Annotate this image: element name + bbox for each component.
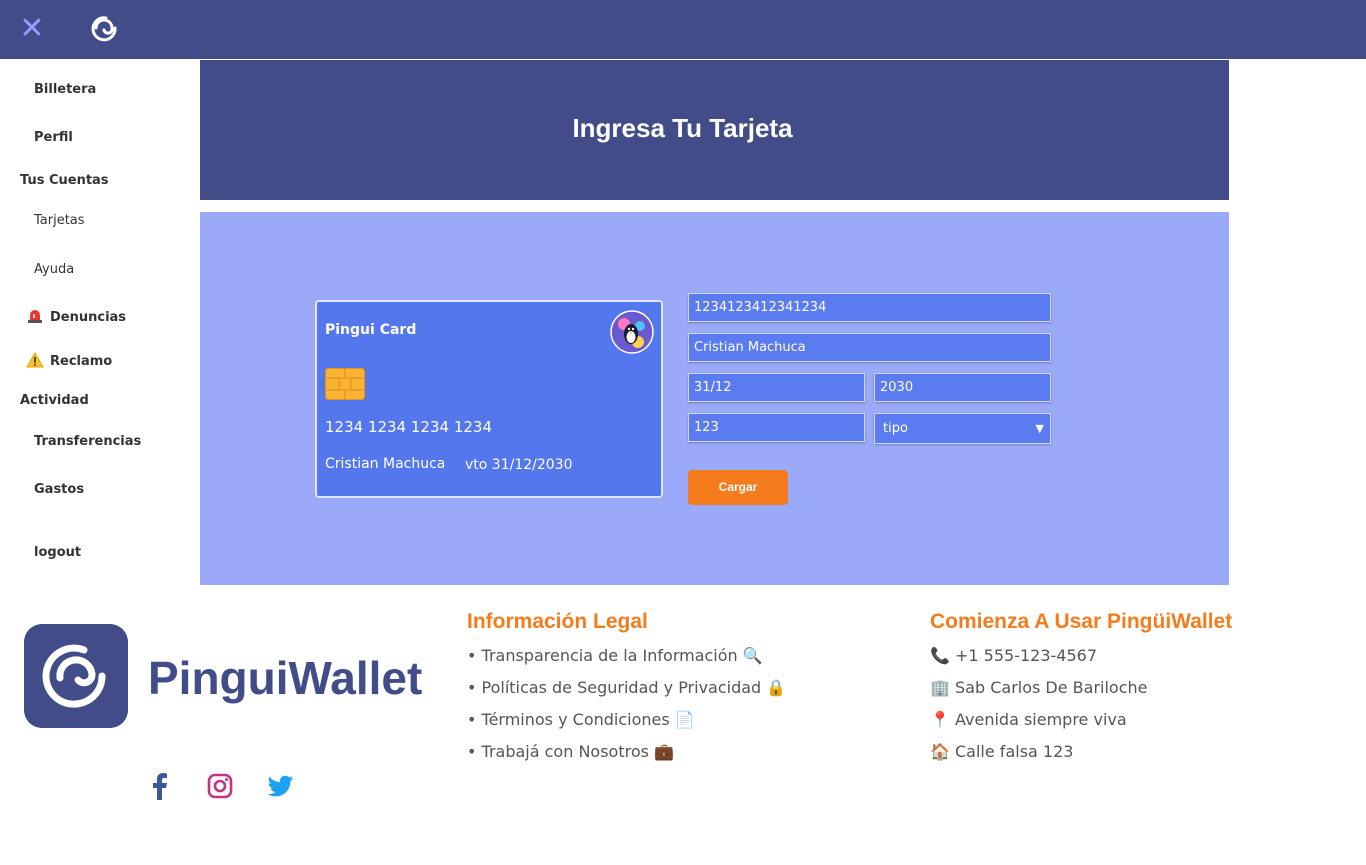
card-form-panel: Pingui Card 1234 1234 1234 1234 Cristian… bbox=[200, 212, 1229, 585]
close-icon[interactable]: ✕ bbox=[18, 14, 46, 44]
warning-icon bbox=[26, 352, 44, 368]
penguin-logo-icon bbox=[610, 310, 654, 354]
sidebar-item-gastos[interactable]: Gastos bbox=[34, 482, 84, 497]
chip-icon bbox=[325, 368, 365, 400]
legal-link-politicas[interactable]: • Políticas de Seguridad y Privacidad 🔒 bbox=[467, 678, 786, 697]
sidebar-item-ayuda[interactable]: Ayuda bbox=[34, 262, 74, 277]
expiry-year-input[interactable]: 2030 bbox=[874, 373, 1051, 402]
contact-street: 📍 Avenida siempre viva bbox=[930, 710, 1127, 729]
cargar-button[interactable]: Cargar bbox=[688, 470, 788, 505]
sidebar-item-billetera[interactable]: Billetera bbox=[34, 82, 96, 97]
contact-phone: 📞 +1 555-123-4567 bbox=[930, 646, 1098, 665]
instagram-icon[interactable] bbox=[204, 770, 236, 802]
expiry-date-input[interactable]: 31/12 bbox=[688, 373, 865, 402]
sidebar-item-label: Reclamo bbox=[50, 354, 113, 369]
sidebar-section-actividad: Actividad bbox=[20, 393, 89, 408]
footer-brand: PinguiWallet bbox=[148, 652, 422, 704]
page-header: Ingresa Tu Tarjeta bbox=[200, 60, 1229, 200]
card-holder-input[interactable]: Cristian Machuca bbox=[688, 333, 1051, 362]
card-title: Pingui Card bbox=[325, 322, 417, 338]
card-expiry: vto 31/12/2030 bbox=[465, 457, 573, 473]
card-holder: Cristian Machuca bbox=[325, 456, 446, 472]
sidebar-item-tarjetas[interactable]: Tarjetas bbox=[34, 213, 85, 228]
sidebar-item-transferencias[interactable]: Transferencias bbox=[34, 434, 141, 449]
top-bar: ✕ bbox=[0, 0, 1366, 59]
card-type-select[interactable]: tipo ▼ bbox=[874, 413, 1051, 444]
contact-address: 🏠 Calle falsa 123 bbox=[930, 742, 1074, 761]
legal-link-transparencia[interactable]: • Transparencia de la Información 🔍 bbox=[467, 646, 763, 665]
card-number-input[interactable]: 1234123412341234 bbox=[688, 293, 1051, 322]
pingui-logo-icon[interactable] bbox=[88, 14, 120, 44]
cvv-input[interactable]: 123 bbox=[688, 413, 865, 442]
chevron-down-icon: ▼ bbox=[1035, 422, 1044, 435]
sidebar-item-denuncias[interactable]: Denuncias bbox=[26, 308, 126, 325]
siren-icon bbox=[28, 310, 42, 323]
legal-link-trabaja[interactable]: • Trabajá con Nosotros 💼 bbox=[467, 742, 674, 761]
pinguiwallet-logo[interactable]: PinguiWallet bbox=[22, 622, 432, 730]
page-title: Ingresa Tu Tarjeta bbox=[572, 113, 793, 143]
sidebar-item-label: Denuncias bbox=[50, 310, 127, 325]
twitter-icon[interactable] bbox=[264, 770, 296, 802]
start-title: Comienza A Usar PingüiWallet bbox=[930, 610, 1233, 633]
facebook-icon[interactable] bbox=[144, 770, 176, 802]
sidebar-item-perfil[interactable]: Perfil bbox=[34, 130, 73, 145]
sidebar-item-reclamo[interactable]: Reclamo bbox=[26, 352, 112, 369]
sidebar: Billetera Perfil Tus Cuentas Tarjetas Ay… bbox=[0, 59, 200, 585]
contact-city: 🏢 Sab Carlos De Bariloche bbox=[930, 678, 1148, 697]
logout-button[interactable]: logout bbox=[34, 545, 81, 560]
legal-title: Información Legal bbox=[467, 610, 648, 633]
card-type-selected: tipo bbox=[883, 421, 908, 436]
card-preview: Pingui Card 1234 1234 1234 1234 Cristian… bbox=[315, 300, 663, 498]
legal-link-terminos[interactable]: • Términos y Condiciones 📄 bbox=[467, 710, 695, 729]
sidebar-section-cuentas: Tus Cuentas bbox=[20, 173, 109, 188]
card-number: 1234 1234 1234 1234 bbox=[325, 418, 492, 436]
